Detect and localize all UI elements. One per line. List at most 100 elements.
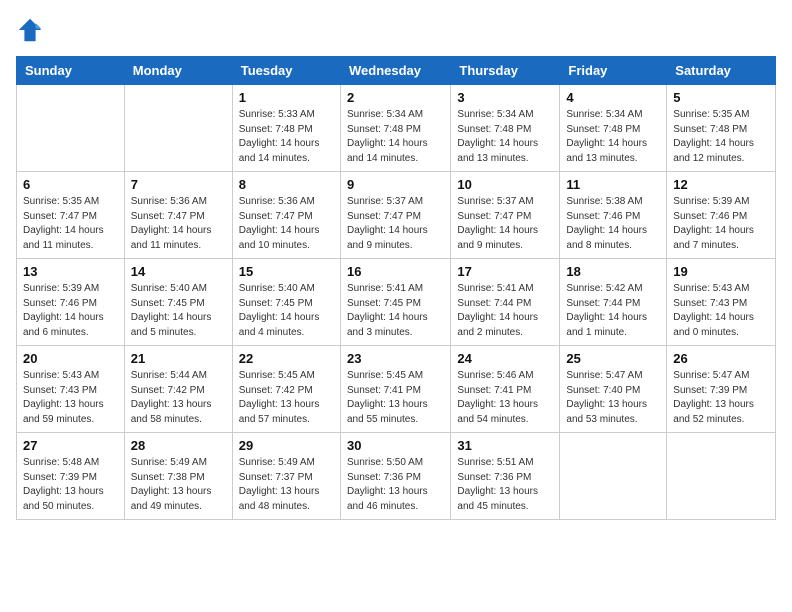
day-info: Sunrise: 5:34 AM Sunset: 7:48 PM Dayligh…	[566, 108, 660, 166]
day-number: 7	[131, 177, 226, 192]
day-number: 25	[566, 351, 660, 366]
day-info: Sunrise: 5:40 AM Sunset: 7:45 PM Dayligh…	[239, 282, 334, 340]
calendar-header-row: SundayMondayTuesdayWednesdayThursdayFrid…	[17, 57, 776, 85]
calendar-day-cell: 12 Sunrise: 5:39 AM Sunset: 7:46 PM Dayli…	[667, 172, 776, 259]
day-number: 2	[347, 90, 444, 105]
day-info: Sunrise: 5:44 AM Sunset: 7:42 PM Dayligh…	[131, 369, 226, 427]
calendar-day-cell: 31 Sunrise: 5:51 AM Sunset: 7:36 PM Dayli…	[451, 433, 560, 520]
calendar-day-cell: 20 Sunrise: 5:43 AM Sunset: 7:43 PM Dayli…	[17, 346, 125, 433]
calendar-day-cell: 19 Sunrise: 5:43 AM Sunset: 7:43 PM Dayli…	[667, 259, 776, 346]
calendar-day-cell: 21 Sunrise: 5:44 AM Sunset: 7:42 PM Dayli…	[124, 346, 232, 433]
day-number: 18	[566, 264, 660, 279]
day-number: 15	[239, 264, 334, 279]
calendar-day-cell	[667, 433, 776, 520]
day-number: 17	[457, 264, 553, 279]
calendar-week-row: 20 Sunrise: 5:43 AM Sunset: 7:43 PM Dayli…	[17, 346, 776, 433]
calendar-day-cell: 26 Sunrise: 5:47 AM Sunset: 7:39 PM Dayli…	[667, 346, 776, 433]
calendar-day-cell: 29Sunrise: 5:49 AM Sunset: 7:37 PM Dayli…	[232, 433, 340, 520]
page-header	[16, 16, 776, 44]
weekday-header: Thursday	[451, 57, 560, 85]
calendar-day-cell: 9 Sunrise: 5:37 AM Sunset: 7:47 PM Daylig…	[340, 172, 450, 259]
day-info: Sunrise: 5:41 AM Sunset: 7:44 PM Dayligh…	[457, 282, 553, 340]
calendar-day-cell: 18 Sunrise: 5:42 AM Sunset: 7:44 PM Dayli…	[560, 259, 667, 346]
day-info: Sunrise: 5:42 AM Sunset: 7:44 PM Dayligh…	[566, 282, 660, 340]
day-number: 27	[23, 438, 118, 453]
day-number: 26	[673, 351, 769, 366]
calendar-day-cell: 25 Sunrise: 5:47 AM Sunset: 7:40 PM Dayli…	[560, 346, 667, 433]
day-number: 28	[131, 438, 226, 453]
calendar-day-cell: 22Sunrise: 5:45 AM Sunset: 7:42 PM Dayli…	[232, 346, 340, 433]
day-number: 23	[347, 351, 444, 366]
day-number: 14	[131, 264, 226, 279]
calendar-day-cell: 15 Sunrise: 5:40 AM Sunset: 7:45 PM Dayli…	[232, 259, 340, 346]
day-info: Sunrise: 5:39 AM Sunset: 7:46 PM Dayligh…	[23, 282, 118, 340]
day-number: 31	[457, 438, 553, 453]
day-info: Sunrise: 5:48 AM Sunset: 7:39 PM Dayligh…	[23, 456, 118, 514]
logo-icon	[16, 16, 44, 44]
calendar-day-cell: 17 Sunrise: 5:41 AM Sunset: 7:44 PM Dayli…	[451, 259, 560, 346]
day-number: 9	[347, 177, 444, 192]
day-info: Sunrise: 5:43 AM Sunset: 7:43 PM Dayligh…	[673, 282, 769, 340]
day-info: Sunrise: 5:46 AM Sunset: 7:41 PM Dayligh…	[457, 369, 553, 427]
calendar-day-cell: 16 Sunrise: 5:41 AM Sunset: 7:45 PM Dayli…	[340, 259, 450, 346]
day-info: Sunrise: 5:39 AM Sunset: 7:46 PM Dayligh…	[673, 195, 769, 253]
calendar-day-cell: 30 Sunrise: 5:50 AM Sunset: 7:36 PM Dayli…	[340, 433, 450, 520]
day-number: 4	[566, 90, 660, 105]
day-info: Sunrise: 5:37 AM Sunset: 7:47 PM Dayligh…	[347, 195, 444, 253]
calendar-day-cell: 14 Sunrise: 5:40 AM Sunset: 7:45 PM Dayli…	[124, 259, 232, 346]
day-info: Sunrise: 5:33 AM Sunset: 7:48 PM Dayligh…	[239, 108, 334, 166]
day-number: 5	[673, 90, 769, 105]
calendar-day-cell: 24 Sunrise: 5:46 AM Sunset: 7:41 PM Dayli…	[451, 346, 560, 433]
day-number: 20	[23, 351, 118, 366]
day-info: Sunrise: 5:50 AM Sunset: 7:36 PM Dayligh…	[347, 456, 444, 514]
day-number: 21	[131, 351, 226, 366]
day-number: 12	[673, 177, 769, 192]
day-info: Sunrise: 5:45 AM Sunset: 7:41 PM Dayligh…	[347, 369, 444, 427]
day-number: 30	[347, 438, 444, 453]
day-info: Sunrise: 5:43 AM Sunset: 7:43 PM Dayligh…	[23, 369, 118, 427]
day-number: 10	[457, 177, 553, 192]
calendar-week-row: 6Sunrise: 5:35 AM Sunset: 7:47 PM Daylig…	[17, 172, 776, 259]
calendar-day-cell: 27 Sunrise: 5:48 AM Sunset: 7:39 PM Dayli…	[17, 433, 125, 520]
calendar-day-cell	[17, 85, 125, 172]
calendar-week-row: 1 Sunrise: 5:33 AM Sunset: 7:48 PM Daylig…	[17, 85, 776, 172]
day-info: Sunrise: 5:47 AM Sunset: 7:40 PM Dayligh…	[566, 369, 660, 427]
calendar-day-cell: 5 Sunrise: 5:35 AM Sunset: 7:48 PM Daylig…	[667, 85, 776, 172]
day-info: Sunrise: 5:49 AM Sunset: 7:38 PM Dayligh…	[131, 456, 226, 514]
day-number: 24	[457, 351, 553, 366]
day-number: 11	[566, 177, 660, 192]
day-info: Sunrise: 5:34 AM Sunset: 7:48 PM Dayligh…	[457, 108, 553, 166]
day-info: Sunrise: 5:36 AM Sunset: 7:47 PM Dayligh…	[131, 195, 226, 253]
calendar-day-cell: 1 Sunrise: 5:33 AM Sunset: 7:48 PM Daylig…	[232, 85, 340, 172]
calendar-day-cell: 8 Sunrise: 5:36 AM Sunset: 7:47 PM Daylig…	[232, 172, 340, 259]
day-info: Sunrise: 5:40 AM Sunset: 7:45 PM Dayligh…	[131, 282, 226, 340]
calendar-day-cell: 10 Sunrise: 5:37 AM Sunset: 7:47 PM Dayli…	[451, 172, 560, 259]
day-info: Sunrise: 5:37 AM Sunset: 7:47 PM Dayligh…	[457, 195, 553, 253]
day-number: 16	[347, 264, 444, 279]
calendar-day-cell: 2Sunrise: 5:34 AM Sunset: 7:48 PM Daylig…	[340, 85, 450, 172]
day-number: 8	[239, 177, 334, 192]
logo	[16, 16, 48, 44]
day-number: 19	[673, 264, 769, 279]
calendar-day-cell: 6Sunrise: 5:35 AM Sunset: 7:47 PM Daylig…	[17, 172, 125, 259]
day-info: Sunrise: 5:41 AM Sunset: 7:45 PM Dayligh…	[347, 282, 444, 340]
day-info: Sunrise: 5:35 AM Sunset: 7:48 PM Dayligh…	[673, 108, 769, 166]
calendar-day-cell	[560, 433, 667, 520]
calendar-day-cell: 11Sunrise: 5:38 AM Sunset: 7:46 PM Dayli…	[560, 172, 667, 259]
calendar-day-cell: 28 Sunrise: 5:49 AM Sunset: 7:38 PM Dayli…	[124, 433, 232, 520]
day-number: 13	[23, 264, 118, 279]
day-number: 1	[239, 90, 334, 105]
day-info: Sunrise: 5:45 AM Sunset: 7:42 PM Dayligh…	[239, 369, 334, 427]
calendar-day-cell: 4 Sunrise: 5:34 AM Sunset: 7:48 PM Daylig…	[560, 85, 667, 172]
day-info: Sunrise: 5:47 AM Sunset: 7:39 PM Dayligh…	[673, 369, 769, 427]
calendar-week-row: 13 Sunrise: 5:39 AM Sunset: 7:46 PM Dayli…	[17, 259, 776, 346]
calendar-day-cell: 7 Sunrise: 5:36 AM Sunset: 7:47 PM Daylig…	[124, 172, 232, 259]
day-info: Sunrise: 5:49 AM Sunset: 7:37 PM Dayligh…	[239, 456, 334, 514]
day-info: Sunrise: 5:51 AM Sunset: 7:36 PM Dayligh…	[457, 456, 553, 514]
calendar-day-cell	[124, 85, 232, 172]
day-info: Sunrise: 5:35 AM Sunset: 7:47 PM Dayligh…	[23, 195, 118, 253]
day-info: Sunrise: 5:36 AM Sunset: 7:47 PM Dayligh…	[239, 195, 334, 253]
weekday-header: Tuesday	[232, 57, 340, 85]
weekday-header: Sunday	[17, 57, 125, 85]
weekday-header: Friday	[560, 57, 667, 85]
